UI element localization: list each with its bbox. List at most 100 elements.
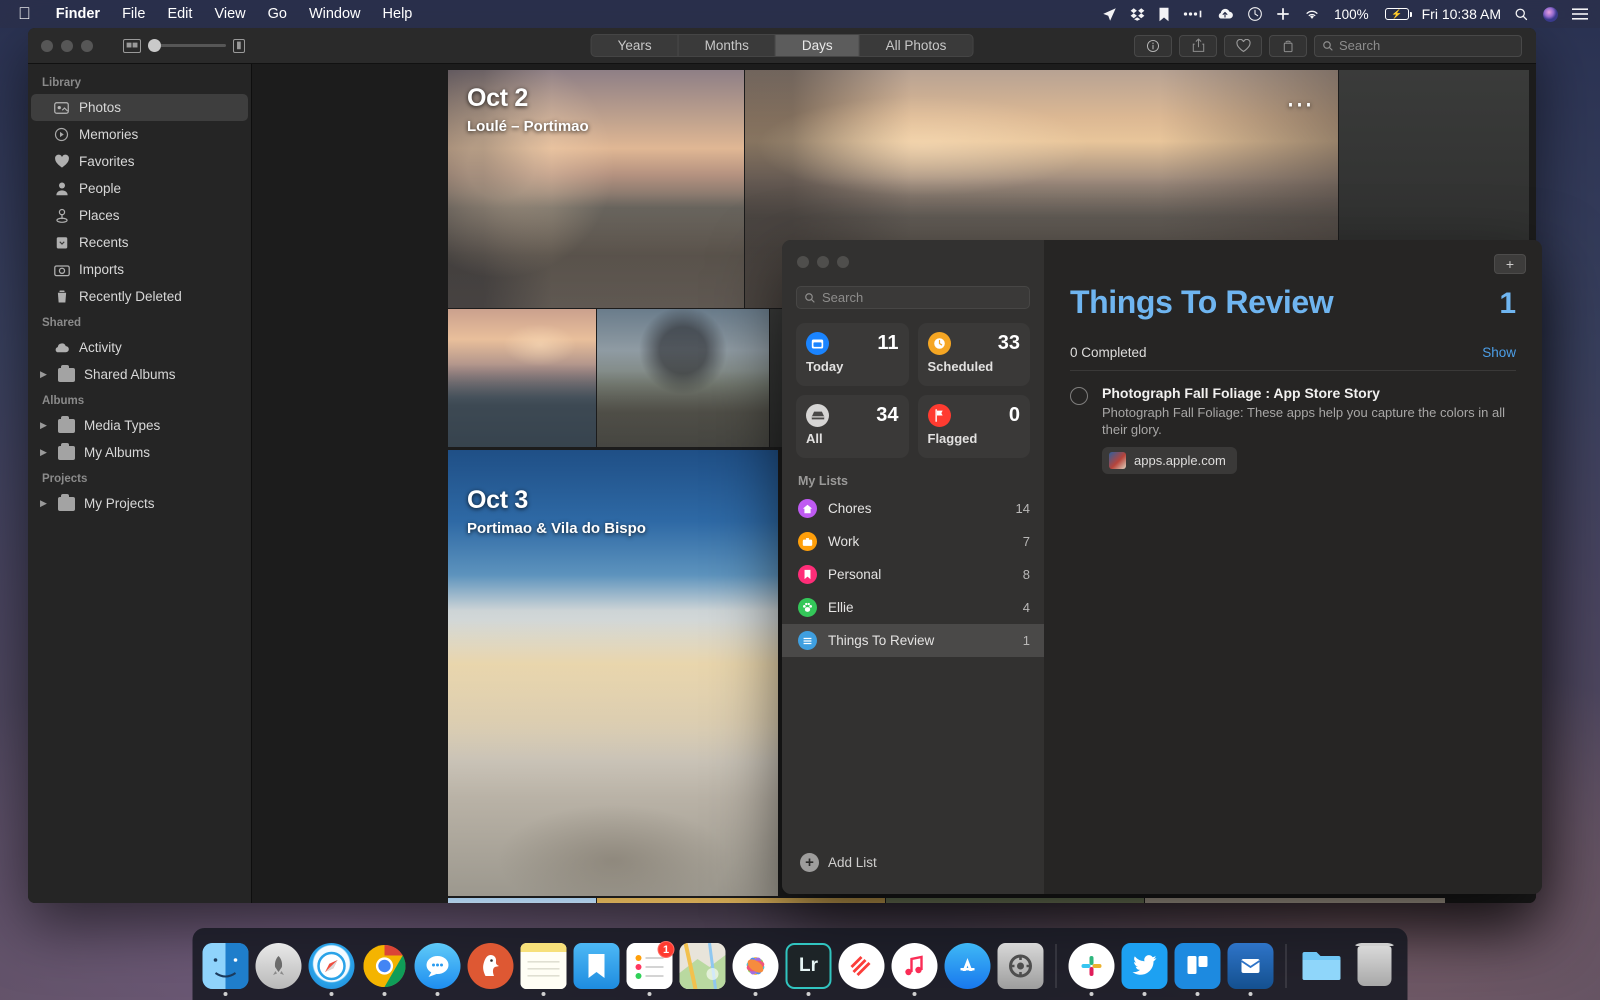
chevron-right-icon[interactable]: ▶ [40,420,49,431]
sidebar-item-recents[interactable]: Recents [31,229,248,256]
photo-thumbnail[interactable] [448,898,596,903]
list-item-ellie[interactable]: Ellie 4 [782,591,1044,624]
books-icon[interactable] [573,943,620,989]
close-button[interactable] [797,256,809,268]
tab-months[interactable]: Months [679,35,776,56]
finder-icon[interactable] [202,943,249,989]
dock-item-downloads[interactable] [1299,943,1345,989]
app-store-icon[interactable] [944,943,991,989]
reminder-checkbox[interactable] [1070,387,1088,405]
siri-icon[interactable] [1542,6,1559,23]
lightroom-icon[interactable]: Lr [785,943,832,989]
reminders-traffic-lights[interactable] [782,240,1044,268]
notes-icon[interactable] [520,943,567,989]
dock-item-system-preferences[interactable] [997,943,1044,989]
dock-item-twitter[interactable] [1121,943,1168,996]
smart-list-tiles[interactable]: 11 Today 33 Scheduled 34 All 0 Flagged [782,309,1044,458]
list-item-chores[interactable]: Chores 14 [782,492,1044,525]
photos-sidebar[interactable]: Library Photos Memories Favorites People… [28,64,252,903]
zoom-slider-knob[interactable] [148,39,162,52]
dock-item-trello[interactable] [1174,943,1221,996]
news-icon[interactable] [838,943,885,989]
close-button[interactable] [41,39,53,52]
reminder-item[interactable]: Photograph Fall Foliage : App Store Stor… [1070,371,1516,475]
dropbox-icon[interactable] [1130,7,1145,22]
smart-list-all[interactable]: 34 All [796,395,909,458]
menu-item-help[interactable]: Help [372,4,424,24]
tab-years[interactable]: Years [592,35,679,56]
dock-item-messages[interactable] [414,943,461,996]
info-icon[interactable] [1134,34,1172,57]
reminders-sidebar[interactable]: Search 11 Today 33 Scheduled 34 All 0 Fl… [782,240,1044,894]
battery-icon[interactable]: ⚡ [1384,8,1412,20]
share-icon[interactable] [1179,34,1217,57]
sidebar-item-photos[interactable]: Photos [31,94,248,121]
menu-item-file[interactable]: File [111,4,156,24]
sidebar-item-my-projects[interactable]: ▶ My Projects [31,490,248,517]
dock-item-maps[interactable] [679,943,726,989]
safari-icon[interactable] [308,943,355,989]
sidebar-item-people[interactable]: People [31,175,248,202]
dock-item-safari[interactable] [308,943,355,996]
dock-item-app-store[interactable] [944,943,991,989]
dock[interactable]: 1 Lr [192,928,1408,1000]
system-preferences-icon[interactable] [997,943,1044,989]
dots-icon[interactable] [1183,10,1203,18]
window-traffic-lights[interactable] [28,39,93,52]
dock-item-duckduckgo[interactable] [467,943,514,989]
cloud-upload-icon[interactable] [1216,7,1234,21]
maximize-button[interactable] [81,39,93,52]
show-completed-button[interactable]: Show [1482,345,1516,360]
sidebar-item-favorites[interactable]: Favorites [31,148,248,175]
vpn-icon[interactable] [1276,7,1290,21]
sidebar-item-places[interactable]: Places [31,202,248,229]
wifi-icon[interactable] [1303,7,1321,21]
music-icon[interactable] [891,943,938,989]
photo-thumbnail[interactable] [597,309,769,447]
maximize-button[interactable] [837,256,849,268]
messages-icon[interactable] [414,943,461,989]
thumbnail-zoom-slider[interactable]: ■■ ▮ [123,38,245,53]
airmail-icon[interactable] [1227,943,1274,989]
dock-item-lightroom[interactable]: Lr [785,943,832,996]
reminders-search-input[interactable]: Search [796,286,1030,309]
dock-item-slack[interactable] [1068,943,1115,996]
duckduckgo-icon[interactable] [467,943,514,989]
reminder-link[interactable]: apps.apple.com [1102,447,1237,475]
search-icon[interactable] [1514,7,1529,22]
menu-item-finder[interactable]: Finder [45,4,111,24]
minimize-button[interactable] [61,39,73,52]
downloads-folder-icon[interactable] [1299,943,1345,989]
menu-item-view[interactable]: View [203,4,256,24]
zoom-slider-track[interactable] [148,39,227,52]
dock-item-trash[interactable] [1352,943,1398,989]
tab-all-photos[interactable]: All Photos [860,35,973,56]
photo-thumbnail[interactable] [886,898,1144,903]
menu-item-edit[interactable]: Edit [156,4,203,24]
dock-item-launchpad[interactable] [255,943,302,989]
photo-thumbnail[interactable] [448,309,596,447]
slack-icon[interactable] [1068,943,1115,989]
list-item-personal[interactable]: Personal 8 [782,558,1044,591]
favorite-icon[interactable] [1224,34,1262,57]
dock-item-music[interactable] [891,943,938,996]
launchpad-icon[interactable] [255,943,302,989]
smart-list-today[interactable]: 11 Today [796,323,909,386]
view-mode-segmented-control[interactable]: Years Months Days All Photos [590,34,974,57]
maps-icon[interactable] [679,943,726,989]
zoom-in-icon[interactable]: ▮ [233,38,245,53]
zoom-out-icon[interactable]: ■■ [123,38,142,53]
rotate-icon[interactable] [1269,34,1307,57]
trash-icon[interactable] [1352,943,1398,989]
sidebar-item-memories[interactable]: Memories [31,121,248,148]
dock-item-notes[interactable] [520,943,567,996]
photos-search-input[interactable]: Search [1314,34,1522,57]
reminders-detail-pane[interactable]: + Things To Review 1 0 Completed Show Ph… [1044,240,1542,894]
chevron-right-icon[interactable]: ▶ [40,498,49,509]
sidebar-item-imports[interactable]: Imports [31,256,248,283]
menu-item-go[interactable]: Go [257,4,298,24]
photos-app-icon[interactable] [732,943,779,989]
minimize-button[interactable] [817,256,829,268]
sidebar-item-media-types[interactable]: ▶ Media Types [31,412,248,439]
add-reminder-button[interactable]: + [1494,254,1526,274]
